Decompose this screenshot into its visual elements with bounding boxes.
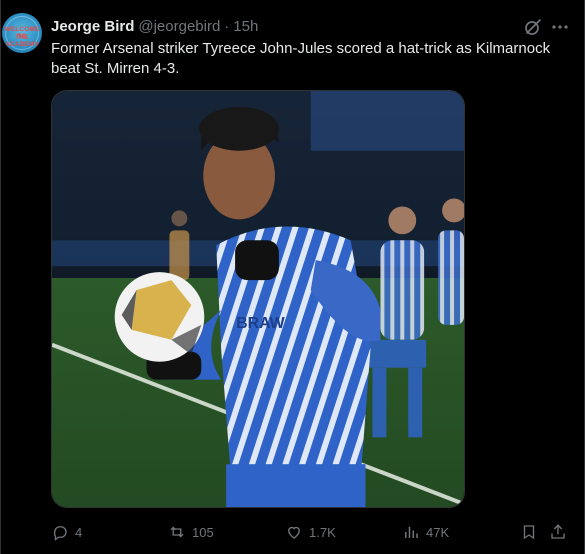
share-button[interactable] xyxy=(549,521,567,543)
tweet-action-bar: 4 105 1.7K 47K xyxy=(51,521,571,543)
like-button[interactable]: 1.7K xyxy=(285,521,336,543)
grok-icon[interactable] xyxy=(523,17,543,37)
tweet-photo[interactable]: BRAW xyxy=(51,90,465,508)
view-count: 47K xyxy=(426,524,450,540)
header-separator: · xyxy=(224,17,230,35)
views-icon xyxy=(405,526,418,538)
reply-button[interactable]: 4 xyxy=(51,521,82,543)
views-button[interactable]: 47K xyxy=(402,521,449,543)
more-icon[interactable] xyxy=(550,17,570,37)
timeline-left-border xyxy=(0,0,1,554)
bookmark-button[interactable] xyxy=(520,521,538,543)
author-handle[interactable]: @jeorgebird xyxy=(138,18,220,35)
repost-count: 105 xyxy=(192,524,214,540)
reply-count: 4 xyxy=(75,524,83,540)
tweet-text: Former Arsenal striker Tyreece John-Jule… xyxy=(51,40,551,77)
reply-icon xyxy=(53,526,67,541)
share-icon xyxy=(551,524,565,539)
repost-icon xyxy=(170,526,184,538)
avatar-logo-text-2: THE ACADEMY xyxy=(5,34,39,48)
bookmark-icon xyxy=(523,525,535,540)
author-avatar[interactable]: WELCOME TO THE ACADEMY xyxy=(2,13,42,53)
like-count: 1.7K xyxy=(309,524,336,540)
tweet-timestamp[interactable]: 15h xyxy=(233,18,258,35)
kit-sponsor-text: BRAW xyxy=(236,315,285,332)
heart-icon xyxy=(288,526,300,539)
author-display-name[interactable]: Jeorge Bird xyxy=(51,18,134,35)
tweet-header: Jeorge Bird @jeorgebird · 15h xyxy=(51,16,258,36)
repost-button[interactable]: 105 xyxy=(168,521,214,543)
